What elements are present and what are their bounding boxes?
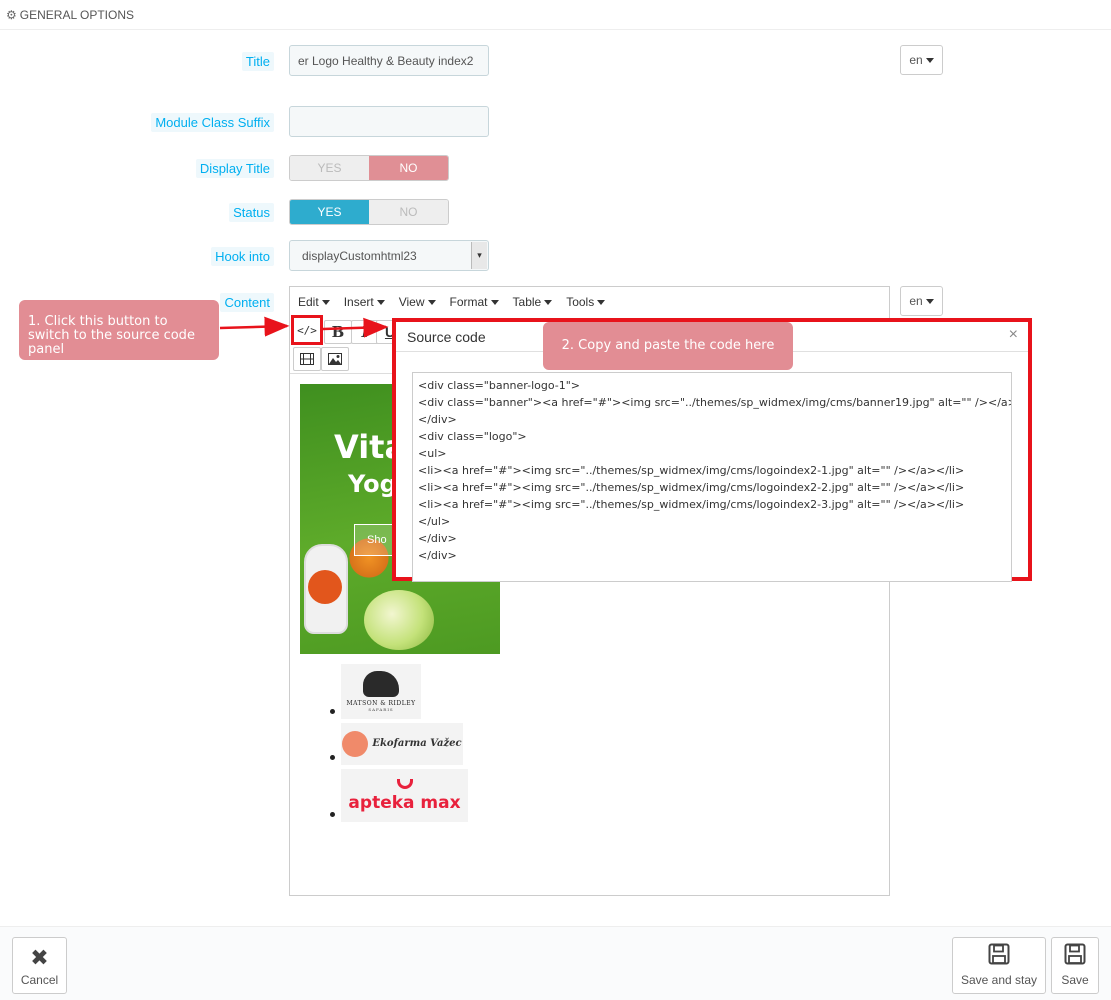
close-icon: ✖ [30,945,49,970]
arrow-to-dialog [322,317,389,338]
source-code-textarea[interactable]: <div class="banner-logo-1"> <div class="… [412,372,1012,582]
close-icon[interactable]: × [1009,326,1018,344]
save-label: Save [1061,973,1089,987]
cancel-label: Cancel [20,973,59,987]
step2-callout: 2. Copy and paste the code here [543,322,793,370]
floppy-disk-icon [988,943,1010,969]
cancel-button[interactable]: ✖ Cancel [12,937,67,994]
arrow-to-source-button [219,316,290,337]
save-and-stay-label: Save and stay [960,973,1038,987]
floppy-disk-icon [1064,943,1086,969]
step1-callout: 1. Click this button to switch to the so… [19,300,219,360]
save-and-stay-button[interactable]: Save and stay [952,937,1046,994]
save-button[interactable]: Save [1051,937,1099,994]
panel-footer [0,926,1111,1000]
